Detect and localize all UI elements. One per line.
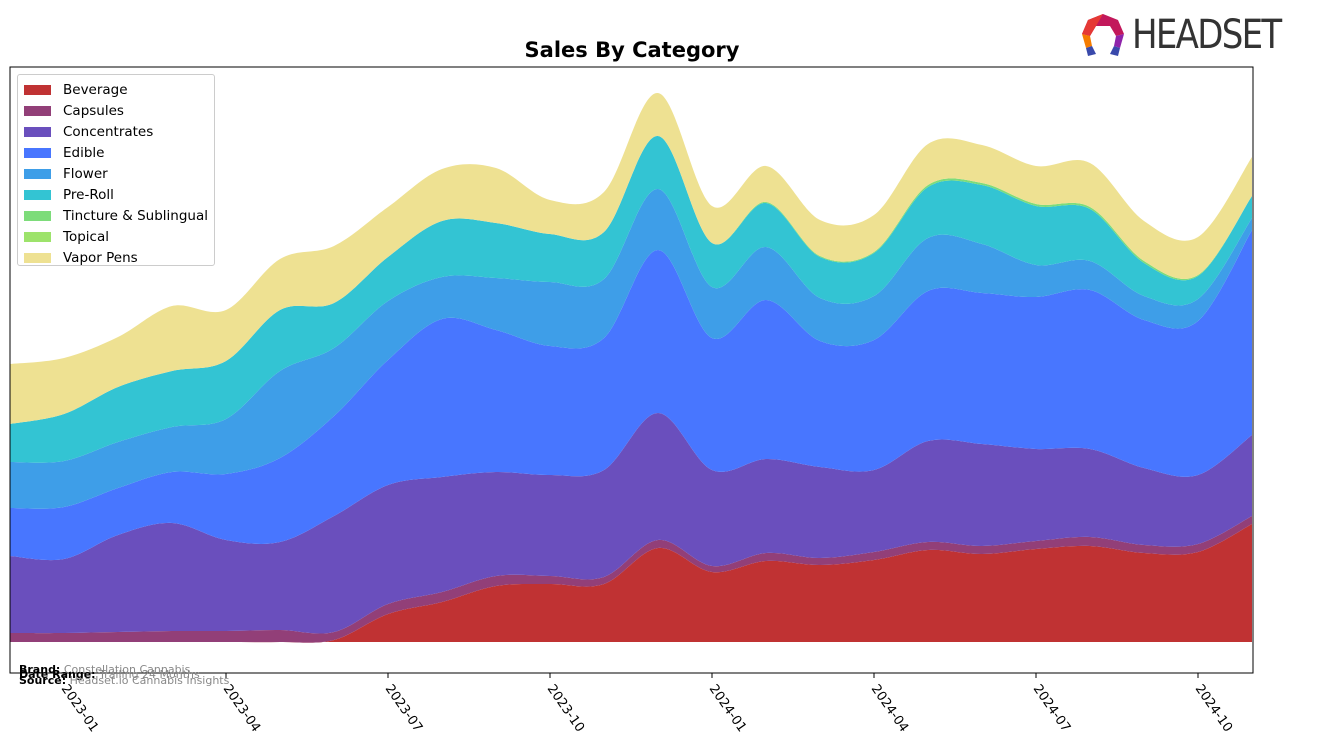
legend-item: Edible (18, 142, 214, 163)
legend-label: Beverage (63, 81, 128, 98)
legend-item: Capsules (18, 100, 214, 121)
chart-title: Sales By Category (524, 38, 740, 62)
legend-swatch (24, 189, 51, 200)
legend-item: Tincture & Sublingual (18, 205, 214, 226)
legend-item: Vapor Pens (18, 247, 214, 268)
footer-source-value: Headset.io Cannabis Insights (69, 674, 230, 687)
footer-source-label: Source: (19, 674, 67, 687)
legend-swatch (24, 84, 51, 95)
legend-label: Capsules (63, 102, 124, 119)
legend-item: Beverage (18, 79, 214, 100)
headset-logo-text: HEADSET (1132, 12, 1282, 58)
headset-logo: HEADSET (1080, 12, 1307, 58)
legend-swatch (24, 231, 51, 242)
legend-label: Vapor Pens (63, 249, 138, 266)
footer-source: Source: Headset.io Cannabis Insights (19, 675, 229, 686)
legend-swatch (24, 105, 51, 116)
legend-swatch (24, 210, 51, 221)
legend-swatch (24, 126, 51, 137)
legend-label: Flower (63, 165, 108, 182)
legend-item: Flower (18, 163, 214, 184)
legend-label: Tincture & Sublingual (63, 207, 208, 224)
legend-label: Pre-Roll (63, 186, 114, 203)
legend-label: Concentrates (63, 123, 154, 140)
legend-item: Concentrates (18, 121, 214, 142)
legend-item: Pre-Roll (18, 184, 214, 205)
legend-swatch (24, 252, 51, 263)
headset-logo-icon (1082, 14, 1124, 56)
legend-item: Topical (18, 226, 214, 247)
x-axis-ticks (63, 673, 1199, 678)
legend: Beverage Capsules Concentrates Edible Flower… (17, 74, 215, 266)
legend-swatch (24, 147, 51, 158)
legend-swatch (24, 168, 51, 179)
legend-label: Topical (63, 228, 109, 245)
legend-label: Edible (63, 144, 105, 161)
